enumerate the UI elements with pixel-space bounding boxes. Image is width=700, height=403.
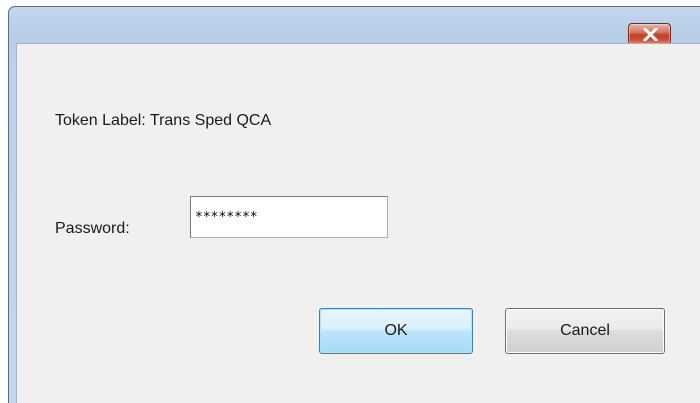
login-dialog: Token Label: Trans Sped QCA Password: OK… (8, 6, 700, 403)
close-icon (643, 28, 658, 41)
ok-button[interactable]: OK (319, 308, 473, 354)
close-button[interactable] (628, 23, 671, 45)
token-label-text: Token Label: Trans Sped QCA (55, 112, 272, 129)
dialog-body: Token Label: Trans Sped QCA Password: OK… (16, 43, 700, 403)
cancel-button[interactable]: Cancel (505, 308, 665, 354)
password-input[interactable] (190, 196, 388, 238)
password-label: Password: (55, 220, 130, 237)
